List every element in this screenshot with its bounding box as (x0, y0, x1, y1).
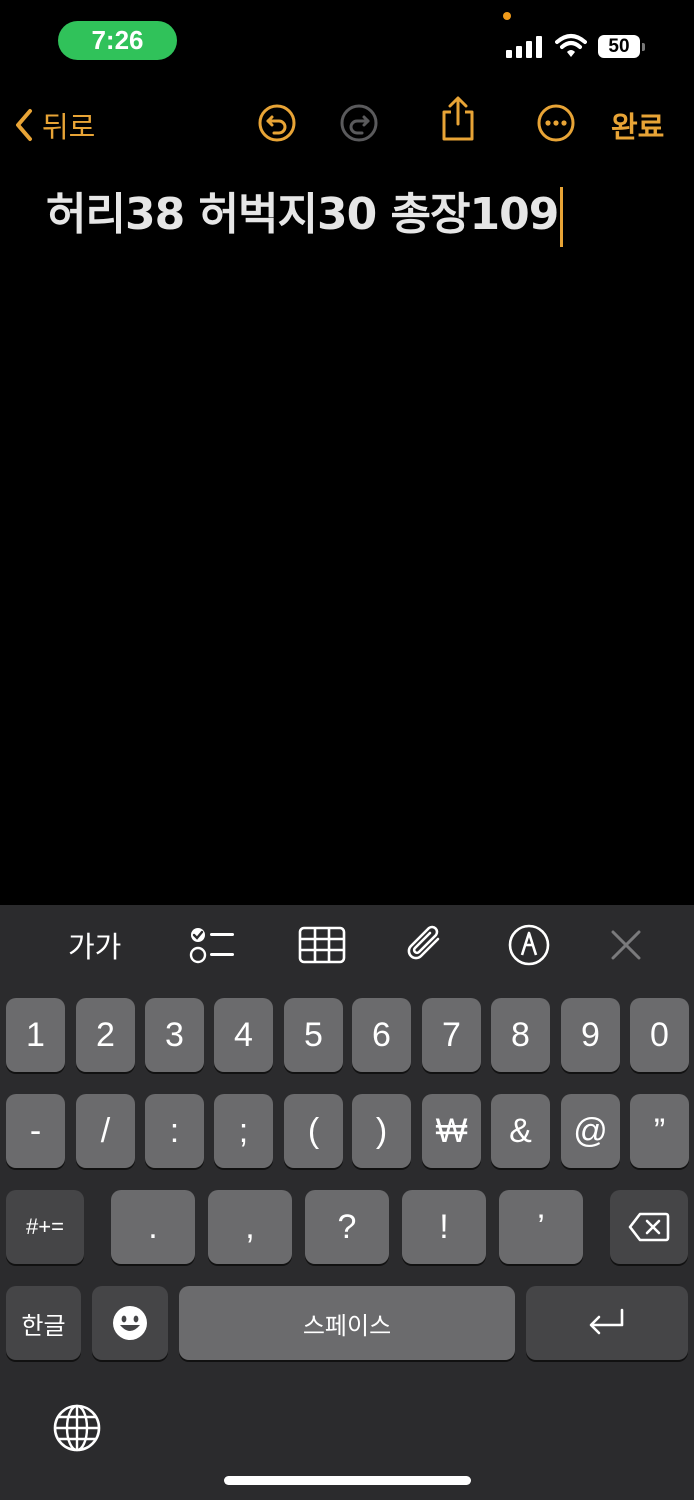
keyboard: 1 2 3 4 5 6 7 8 9 0 - / : ; ( ) ₩ & @ ” … (0, 983, 694, 1500)
keyboard-toolbar: 가가 (0, 905, 694, 983)
key-colon[interactable]: : (145, 1094, 204, 1168)
key-2[interactable]: 2 (76, 998, 135, 1072)
key-exclamation[interactable]: ! (402, 1190, 486, 1264)
globe-icon[interactable] (52, 1403, 102, 1453)
markup-button[interactable] (507, 923, 551, 967)
delete-key[interactable] (610, 1190, 688, 1264)
wifi-icon (555, 34, 587, 57)
back-label: 뒤로 (42, 110, 96, 144)
key-won[interactable]: ₩ (422, 1094, 481, 1168)
status-time: 7:26 (58, 21, 177, 60)
key-5[interactable]: 5 (284, 998, 343, 1072)
table-button[interactable] (298, 923, 346, 967)
key-ampersand[interactable]: & (491, 1094, 550, 1168)
key-slash[interactable]: / (76, 1094, 135, 1168)
key-7[interactable]: 7 (422, 998, 481, 1072)
emoji-face-icon (113, 1306, 147, 1340)
key-quote[interactable]: ” (630, 1094, 689, 1168)
note-text: 허리38 허벅지30 총장109 (46, 189, 559, 240)
back-button[interactable]: 뒤로 (14, 104, 95, 146)
cellular-signal-icon (506, 36, 542, 58)
battery-indicator: 50 (598, 35, 645, 58)
key-0[interactable]: 0 (630, 998, 689, 1072)
key-9[interactable]: 9 (561, 998, 620, 1072)
space-key[interactable]: 스페이스 (179, 1286, 515, 1360)
done-button[interactable]: 완료 (611, 104, 664, 146)
key-8[interactable]: 8 (491, 998, 550, 1072)
chevron-left-icon (16, 109, 32, 141)
checklist-button[interactable] (188, 923, 236, 967)
redo-icon (340, 104, 378, 142)
checklist-icon (189, 928, 234, 964)
return-arrow-icon (589, 1308, 624, 1335)
ellipsis-circle-icon (537, 104, 575, 142)
note-body[interactable]: 허리38 허벅지30 총장109 (46, 178, 564, 247)
return-key[interactable] (526, 1286, 688, 1360)
key-hyphen[interactable]: - (6, 1094, 65, 1168)
share-icon (442, 96, 474, 141)
key-semicolon[interactable]: ; (214, 1094, 273, 1168)
text-cursor (560, 187, 564, 247)
emoji-key[interactable] (92, 1286, 168, 1360)
symbols-toggle-key[interactable]: #+= (6, 1190, 84, 1264)
attachment-button[interactable] (404, 923, 448, 967)
close-icon (611, 930, 641, 960)
key-3[interactable]: 3 (145, 998, 204, 1072)
privacy-indicator-dot (503, 12, 511, 20)
key-question[interactable]: ? (305, 1190, 389, 1264)
key-apostrophe[interactable]: ’ (499, 1190, 583, 1264)
undo-icon (258, 104, 296, 142)
share-button[interactable] (438, 96, 478, 141)
korean-language-key[interactable]: 한글 (6, 1286, 81, 1360)
paperclip-icon (407, 925, 440, 960)
key-period[interactable]: . (111, 1190, 195, 1264)
pen-circle-icon (508, 924, 550, 966)
text-format-button[interactable]: 가가 (68, 923, 121, 967)
close-toolbar-button[interactable] (608, 923, 644, 967)
key-6[interactable]: 6 (352, 998, 411, 1072)
key-open-paren[interactable]: ( (284, 1094, 343, 1168)
delete-backspace-icon (628, 1212, 670, 1242)
key-at[interactable]: @ (561, 1094, 620, 1168)
key-comma[interactable]: , (208, 1190, 292, 1264)
key-close-paren[interactable]: ) (352, 1094, 411, 1168)
table-icon (298, 926, 346, 964)
undo-button[interactable] (257, 103, 297, 143)
key-4[interactable]: 4 (214, 998, 273, 1072)
home-indicator[interactable] (224, 1476, 471, 1485)
more-button[interactable] (536, 103, 576, 143)
redo-button[interactable] (339, 103, 379, 143)
key-1[interactable]: 1 (6, 998, 65, 1072)
